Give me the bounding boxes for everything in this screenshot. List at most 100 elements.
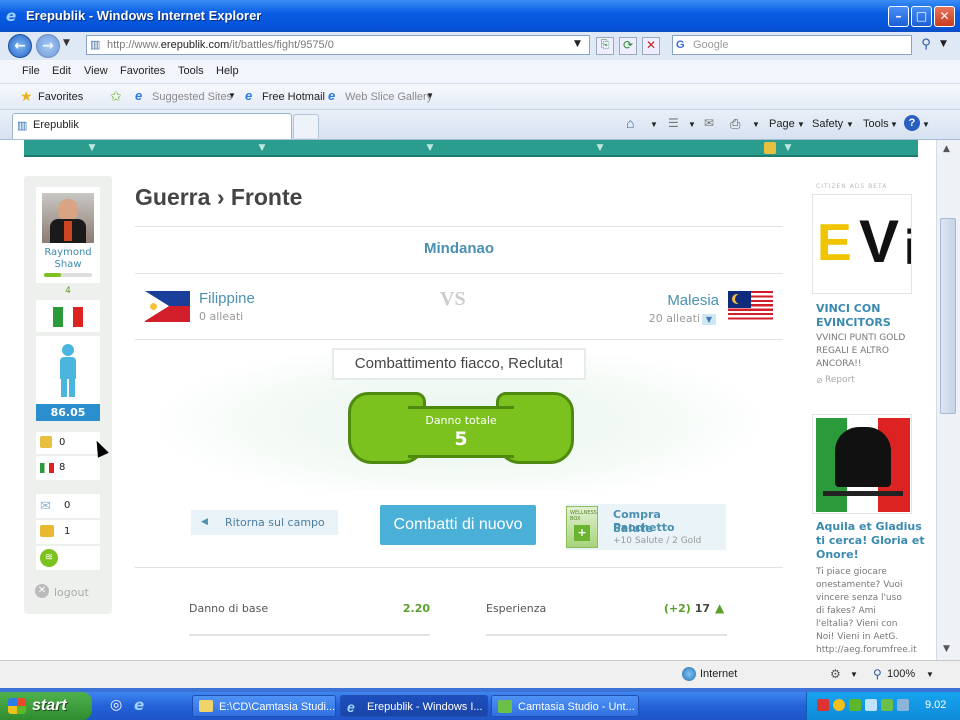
tray-icon[interactable] [817, 699, 829, 711]
taskbar-item-camtasia[interactable]: Camtasia Studio - Unt... [491, 695, 639, 717]
allies-dropdown-icon[interactable]: ▼ [702, 314, 716, 325]
history-dropdown-icon[interactable]: ▼ [63, 38, 70, 48]
home-icon[interactable]: ⌂ [626, 115, 634, 131]
add-favorite-icon[interactable]: ✩ [110, 88, 122, 105]
menu-file[interactable]: File [22, 65, 40, 77]
ad2-image[interactable] [812, 414, 912, 514]
messages-row[interactable]: ✉ 0 [36, 494, 100, 518]
taskbar-item-erepublik[interactable]: e Erepublik - Windows I... [340, 695, 488, 717]
logout-link[interactable]: logout [54, 586, 89, 599]
window-title-bar[interactable]: e Erepublik - Windows Internet Explorer … [0, 0, 960, 32]
web-slice-dropdown-icon[interactable]: ▼ [426, 91, 434, 100]
forward-button[interactable]: → [36, 34, 60, 58]
ad2-title-1[interactable]: Aquila et Gladius [816, 520, 922, 533]
tray-icon[interactable] [865, 699, 877, 711]
suggested-sites-link[interactable]: Suggested Sites [152, 91, 232, 103]
tools-menu[interactable]: Tools [863, 118, 889, 130]
tools-dropdown-icon[interactable]: ▼ [890, 120, 898, 129]
ad1-image[interactable]: E V i [812, 194, 912, 294]
close-button[interactable]: ✕ [934, 6, 955, 27]
nav-chevron-icon[interactable]: ▼ [780, 142, 796, 154]
feeds-dropdown-icon[interactable]: ▼ [688, 120, 696, 129]
tray-icon[interactable] [849, 699, 861, 711]
compatibility-icon[interactable]: ⎘ [596, 37, 614, 55]
nav-chevron-icon[interactable]: ▼ [422, 142, 438, 154]
back-button[interactable]: ← [8, 34, 32, 58]
start-button[interactable]: start [0, 692, 92, 720]
nav-gold-icon[interactable] [764, 142, 776, 154]
scroll-down-icon[interactable]: ▼ [943, 644, 950, 654]
nav-chevron-icon[interactable]: ▼ [592, 142, 608, 154]
avatar[interactable] [42, 193, 94, 243]
ad2-title-3[interactable]: Onore! [816, 548, 859, 561]
quicklaunch-browser-icon[interactable]: ◎ [110, 697, 122, 713]
protected-dropdown-icon[interactable]: ▼ [850, 670, 858, 679]
citizen-name-line1[interactable]: Raymond [36, 247, 100, 258]
menu-help[interactable]: Help [216, 65, 239, 77]
currency-row[interactable]: 8 [36, 456, 100, 480]
buy-health-pack-button[interactable]: WELLNESS BOX + Compra Pacchetto Salute +… [566, 504, 726, 550]
report-link[interactable]: Report [825, 375, 855, 385]
right-country-name[interactable]: Malesia [620, 292, 719, 309]
safety-menu[interactable]: Safety [812, 118, 843, 130]
logout-icon[interactable]: ✕ [35, 584, 49, 598]
tray-icon[interactable] [833, 699, 845, 711]
tray-icon[interactable] [881, 699, 893, 711]
tab-erepublik[interactable]: ▥ Erepublik [12, 113, 292, 139]
fight-again-button[interactable]: Combatti di nuovo [380, 505, 536, 545]
scroll-thumb[interactable] [940, 218, 956, 414]
protected-mode-icon[interactable]: ⚙ [830, 667, 841, 681]
minimize-button[interactable]: – [888, 6, 909, 27]
print-icon[interactable]: ⎙ [730, 116, 740, 132]
hotmail-link[interactable]: Free Hotmail [262, 91, 325, 103]
search-input[interactable]: G Google [672, 35, 912, 55]
stop-icon[interactable]: ✕ [642, 37, 660, 55]
search-icon[interactable]: ⚲ [916, 37, 936, 55]
profile-box[interactable]: Raymond Shaw [36, 187, 100, 283]
help-dropdown-icon[interactable]: ▼ [922, 120, 930, 129]
nav-chevron-icon[interactable]: ▼ [84, 142, 100, 154]
menu-tools[interactable]: Tools [178, 65, 204, 77]
suggested-sites-dropdown-icon[interactable]: ▼ [228, 91, 236, 100]
taskbar-item-explorer[interactable]: E:\CD\Camtasia Studi... [192, 695, 336, 717]
ad1-title-1[interactable]: VINCI CON [816, 302, 880, 315]
maximize-button[interactable]: □ [911, 6, 932, 27]
help-icon[interactable]: ? [904, 115, 920, 131]
feeds-icon[interactable]: ☰ [668, 116, 679, 130]
citizen-name-line2[interactable]: Shaw [36, 259, 100, 270]
web-slice-link[interactable]: Web Slice Gallery [345, 91, 432, 103]
ad1-title-2[interactable]: EVINCITORS [816, 316, 891, 329]
nav-chevron-icon[interactable]: ▼ [254, 142, 270, 154]
battle-region[interactable]: Mindanao [135, 240, 783, 257]
left-country-name[interactable]: Filippine [199, 290, 255, 307]
vertical-scrollbar[interactable]: ▲ ▼ [936, 140, 960, 660]
search-options-icon[interactable]: ▼ [940, 39, 947, 49]
return-to-field-button[interactable]: ◀ Ritorna sul campo [191, 510, 338, 535]
clock[interactable]: 9.02 [925, 699, 946, 711]
page-menu[interactable]: Page [769, 118, 795, 130]
feed-row[interactable]: ≋ [36, 546, 100, 570]
page-dropdown-icon[interactable]: ▼ [797, 120, 805, 129]
scroll-up-icon[interactable]: ▲ [943, 144, 950, 154]
address-dropdown-icon[interactable]: ▼ [574, 39, 581, 49]
quicklaunch-ie-icon[interactable]: e [134, 696, 144, 714]
alerts-row[interactable]: 1 [36, 520, 100, 544]
new-tab-button[interactable] [293, 114, 319, 138]
safety-dropdown-icon[interactable]: ▼ [846, 120, 854, 129]
refresh-icon[interactable]: ⟳ [619, 37, 637, 55]
menu-edit[interactable]: Edit [52, 65, 71, 77]
menu-favorites[interactable]: Favorites [120, 65, 165, 77]
zoom-level[interactable]: 100% [887, 668, 915, 680]
site-nav-strip: ▼ ▼ ▼ ▼ ▼ [24, 140, 918, 157]
zoom-icon[interactable]: ⚲ [873, 667, 882, 681]
tray-icon[interactable] [897, 699, 909, 711]
print-dropdown-icon[interactable]: ▼ [752, 120, 760, 129]
country-box[interactable] [36, 300, 100, 332]
mail-icon[interactable]: ✉ [704, 116, 714, 130]
home-dropdown-icon[interactable]: ▼ [650, 120, 658, 129]
address-input[interactable]: ▥ http://www.erepublik.com/it/battles/fi… [86, 35, 590, 55]
zoom-dropdown-icon[interactable]: ▼ [926, 670, 934, 679]
favorites-button[interactable]: Favorites [38, 91, 83, 103]
menu-view[interactable]: View [84, 65, 108, 77]
ad2-title-2[interactable]: ti cerca! Gloria et [816, 534, 925, 547]
